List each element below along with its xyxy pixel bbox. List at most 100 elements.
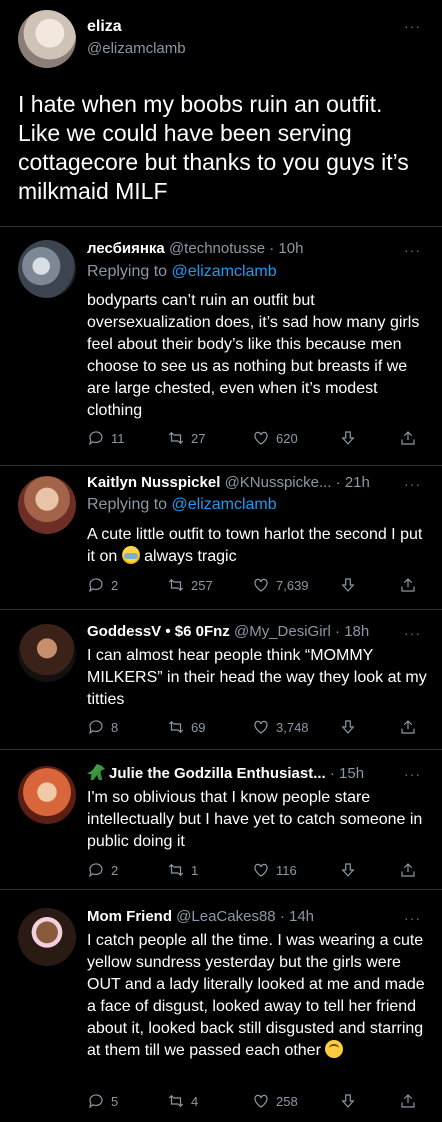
mention-link[interactable]: @elizamclamb (172, 496, 277, 513)
author-name[interactable]: Julie the Godzilla Enthusiast... (109, 765, 326, 782)
like-count: 7,639 (276, 577, 309, 593)
share-button[interactable] (399, 1092, 417, 1110)
like-button[interactable]: 258 (252, 1092, 298, 1110)
share-button[interactable] (399, 576, 417, 594)
reply-count: 2 (111, 862, 119, 878)
share-icon (401, 1094, 415, 1108)
more-options-icon[interactable]: ··· (404, 242, 421, 258)
reply-icon (89, 1094, 103, 1109)
vote-button[interactable] (339, 429, 357, 447)
retweet-count: 257 (191, 577, 213, 593)
reply-button[interactable]: 5 (87, 1092, 118, 1110)
reply-tweet[interactable]: Mom Friend @LeaCakes88 · 14h ··· I catch… (0, 890, 442, 1122)
like-button[interactable]: 3,748 (252, 718, 309, 736)
retweet-icon (168, 431, 184, 445)
more-options-icon[interactable]: ··· (404, 766, 421, 782)
heart-icon (254, 431, 268, 445)
replying-to: Replying to @elizamclamb (87, 263, 277, 281)
tweet-text: I can almost hear people think “MOMMY MI… (87, 647, 427, 708)
avatar[interactable] (18, 624, 76, 682)
author-handle[interactable]: @technotusse (169, 240, 265, 257)
share-icon (401, 720, 415, 734)
author-name[interactable]: GoddessV • $6 0Fnz (87, 623, 230, 640)
reply-icon (89, 578, 103, 593)
author-handle[interactable]: @LeaCakes88 (176, 908, 275, 925)
retweet-button[interactable]: 27 (167, 429, 205, 447)
author-name[interactable]: Mom Friend (87, 908, 172, 925)
downvote-arrow-icon (341, 578, 355, 592)
tweet-text-part: I catch people all the time. I was weari… (87, 932, 425, 1059)
reply-icon (89, 720, 103, 735)
t-rex-icon (87, 764, 105, 780)
heart-icon (254, 863, 268, 877)
more-options-icon[interactable]: ··· (404, 625, 421, 641)
share-button[interactable] (399, 718, 417, 736)
retweet-button[interactable]: 4 (167, 1092, 198, 1110)
reply-button[interactable]: 11 (87, 429, 125, 447)
avatar[interactable] (18, 476, 76, 534)
like-button[interactable]: 116 (252, 861, 297, 879)
reply-count: 11 (111, 430, 125, 446)
reply-count: 2 (111, 577, 119, 593)
tweet-text-part: always tragic (139, 548, 237, 565)
share-button[interactable] (399, 861, 417, 879)
tweet-text: I catch people all the time. I was weari… (87, 930, 427, 1062)
more-options-icon[interactable]: ··· (404, 18, 421, 34)
reply-header: Julie the Godzilla Enthusiast... · 15h (87, 764, 364, 782)
author-handle[interactable]: @elizamclamb (87, 40, 186, 57)
loudly-crying-face-icon (121, 546, 140, 564)
downvote-arrow-icon (341, 1094, 355, 1108)
timestamp[interactable]: · 10h (269, 240, 303, 257)
retweet-button[interactable]: 1 (167, 861, 198, 879)
author-handle[interactable]: @KNusspicke... (225, 474, 332, 491)
like-button[interactable]: 7,639 (252, 576, 309, 594)
mention-link[interactable]: @elizamclamb (172, 263, 277, 280)
main-tweet: eliza @elizamclamb ··· I hate when my bo… (0, 0, 442, 225)
reply-tweet[interactable]: лесбиянка @technotusse · 10h ··· Replyin… (0, 226, 442, 466)
reply-button[interactable]: 8 (87, 718, 118, 736)
timestamp[interactable]: · 14h (280, 908, 314, 925)
retweet-icon (168, 720, 184, 734)
timestamp[interactable]: · 18h (335, 623, 369, 640)
avatar[interactable] (18, 240, 76, 298)
avatar[interactable] (18, 908, 76, 966)
like-count: 116 (276, 862, 297, 878)
retweet-count: 27 (191, 430, 206, 446)
vote-button[interactable] (339, 861, 357, 879)
like-button[interactable]: 620 (252, 429, 298, 447)
reply-count: 5 (111, 1093, 119, 1109)
author-name[interactable]: лесбиянка (87, 240, 165, 257)
retweet-count: 4 (191, 1093, 199, 1109)
share-button[interactable] (399, 429, 417, 447)
avatar[interactable] (18, 10, 76, 68)
timestamp[interactable]: · 15h (330, 765, 364, 782)
vote-button[interactable] (339, 718, 357, 736)
upside-down-face-icon (325, 1040, 344, 1058)
share-icon (401, 431, 415, 445)
author-name[interactable]: Kaitlyn Nusspickel (87, 474, 220, 491)
timestamp[interactable]: · 21h (336, 474, 370, 491)
replying-prefix: Replying to (87, 496, 172, 513)
vote-button[interactable] (339, 1092, 357, 1110)
share-icon (401, 578, 415, 592)
reply-button[interactable]: 2 (87, 861, 118, 879)
more-options-icon[interactable]: ··· (404, 476, 421, 492)
reply-header: Mom Friend @LeaCakes88 · 14h (87, 908, 314, 925)
retweet-button[interactable]: 69 (167, 718, 205, 736)
retweet-count: 69 (191, 719, 206, 735)
downvote-arrow-icon (341, 863, 355, 877)
avatar[interactable] (18, 766, 76, 824)
retweet-count: 1 (191, 862, 199, 878)
reply-icon (89, 431, 103, 446)
action-bar: 5 4 258 (87, 1092, 427, 1112)
author-name[interactable]: eliza (87, 18, 122, 36)
author-handle[interactable]: @My_DesiGirl (234, 623, 331, 640)
reply-tweet[interactable]: GoddessV • $6 0Fnz @My_DesiGirl · 18h ··… (0, 610, 442, 750)
reply-tweet[interactable]: Kaitlyn Nusspickel @KNusspicke... · 21h … (0, 466, 442, 610)
vote-button[interactable] (339, 576, 357, 594)
retweet-button[interactable]: 257 (167, 576, 213, 594)
reply-tweet[interactable]: Julie the Godzilla Enthusiast... · 15h ·… (0, 750, 442, 890)
reply-button[interactable]: 2 (87, 576, 118, 594)
tweet-text: A cute little outfit to town harlot the … (87, 524, 427, 568)
more-options-icon[interactable]: ··· (404, 910, 421, 926)
